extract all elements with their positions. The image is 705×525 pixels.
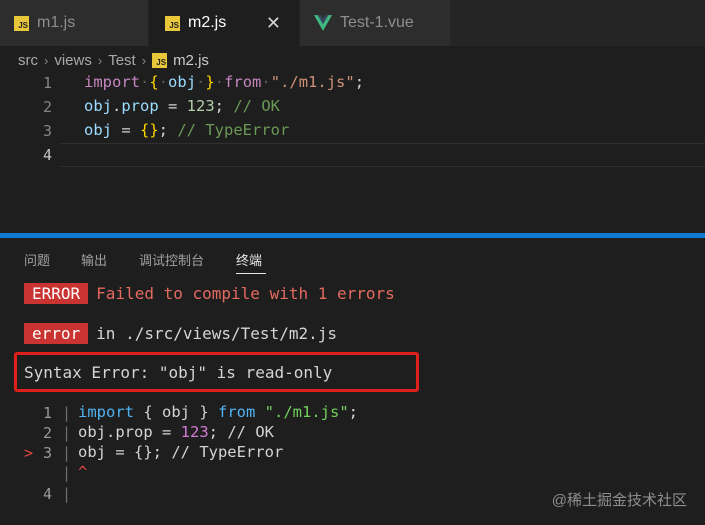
code-token: // TypeError xyxy=(177,121,290,139)
tab-debug-console[interactable]: 调试控制台 xyxy=(139,250,204,269)
code-token: obj xyxy=(84,121,112,139)
code-token: ; xyxy=(348,403,359,421)
tab-terminal[interactable]: 终端 xyxy=(236,250,262,269)
tab-label: m2.js xyxy=(188,14,227,31)
code-token: prop xyxy=(121,97,159,115)
code-token: { obj } xyxy=(134,403,218,421)
code-line-3[interactable]: obj = {}; // TypeError xyxy=(84,121,289,139)
frame-gutter: | xyxy=(62,404,72,422)
frame-line-number: 1 xyxy=(42,404,52,422)
error-badge: ERROR xyxy=(24,283,89,304)
code-line-2[interactable]: obj.prop = 123; // OK xyxy=(84,97,280,115)
code-token: ; // OK xyxy=(208,423,274,441)
code-token: 123 xyxy=(186,97,215,115)
code-token: ; xyxy=(214,97,234,115)
syntax-error-text: Syntax Error: "obj" is read-only xyxy=(24,363,333,382)
frame-code-line: obj = {}; // TypeError xyxy=(78,443,284,461)
tab-label: Test-1.vue xyxy=(340,14,414,31)
tab-problems[interactable]: 问题 xyxy=(24,250,50,269)
code-token: from xyxy=(218,403,256,421)
breadcrumb-item[interactable]: src xyxy=(18,52,38,69)
error-badge: error xyxy=(24,323,89,344)
code-token: {} xyxy=(140,121,159,139)
code-token: "./m1.js" xyxy=(270,73,355,91)
terminal-line: ERROR Failed to compile with 1 errors xyxy=(24,283,395,304)
code-token: = xyxy=(112,121,140,139)
active-tab-indicator xyxy=(236,273,266,274)
error-message: Failed to compile with 1 errors xyxy=(96,284,395,303)
tab-m2-js[interactable]: JS m2.js ✕ xyxy=(149,0,299,46)
frame-gutter: | xyxy=(62,485,72,503)
code-token: import xyxy=(78,403,134,421)
breadcrumb: src › views › Test › JS m2.js xyxy=(18,50,209,70)
code-token: ; xyxy=(158,121,178,139)
code-token: } xyxy=(205,73,215,91)
frame-line-number: 3 xyxy=(42,444,52,462)
current-line-highlight xyxy=(60,143,705,167)
code-token: obj xyxy=(84,97,112,115)
js-icon: JS xyxy=(14,15,29,31)
frame-gutter: | xyxy=(62,444,72,462)
line-number: 3 xyxy=(42,122,52,140)
tab-m1-js[interactable]: JS m1.js xyxy=(0,0,148,46)
tab-output[interactable]: 输出 xyxy=(81,250,107,269)
terminal-line: error in ./src/views/Test/m2.js xyxy=(24,323,337,344)
frame-gutter: | xyxy=(62,424,72,442)
close-icon[interactable]: ✕ xyxy=(266,13,281,34)
code-token: // OK xyxy=(233,97,281,115)
breadcrumb-item[interactable]: m2.js xyxy=(173,52,209,69)
breadcrumb-item[interactable]: Test xyxy=(108,52,136,69)
code-token: "./m1.js" xyxy=(264,403,349,421)
frame-code-line: obj.prop = 123; // OK xyxy=(78,423,274,441)
code-token: obj xyxy=(168,73,197,91)
line-number: 1 xyxy=(42,74,52,92)
code-token: 123 xyxy=(180,423,209,441)
frame-line-number: 2 xyxy=(42,424,52,442)
code-token: import xyxy=(84,73,140,91)
error-path[interactable]: in ./src/views/Test/m2.js xyxy=(96,324,337,343)
chevron-right-icon: › xyxy=(141,52,147,68)
code-line-1[interactable]: import·{·obj·}·from·"./m1.js"; xyxy=(84,73,364,91)
code-token: . xyxy=(112,97,122,115)
code-token: from xyxy=(224,73,262,91)
code-token: { xyxy=(149,73,159,91)
frame-line-number: 4 xyxy=(42,485,52,503)
code-token: ; xyxy=(354,73,365,91)
frame-code-line: import { obj } from "./m1.js"; xyxy=(78,403,358,421)
tab-test-1-vue[interactable]: Test-1.vue xyxy=(300,0,450,46)
chevron-right-icon: › xyxy=(97,52,103,68)
error-caret: ^ xyxy=(78,463,88,481)
breadcrumb-item[interactable]: views xyxy=(54,52,92,69)
js-icon: JS xyxy=(152,52,168,68)
chevron-right-icon: › xyxy=(44,52,49,68)
js-icon: JS xyxy=(165,15,180,31)
line-number: 4 xyxy=(42,146,52,164)
line-number: 2 xyxy=(42,98,52,116)
code-token: = xyxy=(158,97,187,115)
watermark: @稀土掘金技术社区 xyxy=(551,492,687,509)
tab-label: m1.js xyxy=(37,14,76,31)
frame-gutter: | xyxy=(62,464,72,482)
code-token: obj.prop = xyxy=(78,423,181,441)
vue-icon xyxy=(314,15,332,31)
